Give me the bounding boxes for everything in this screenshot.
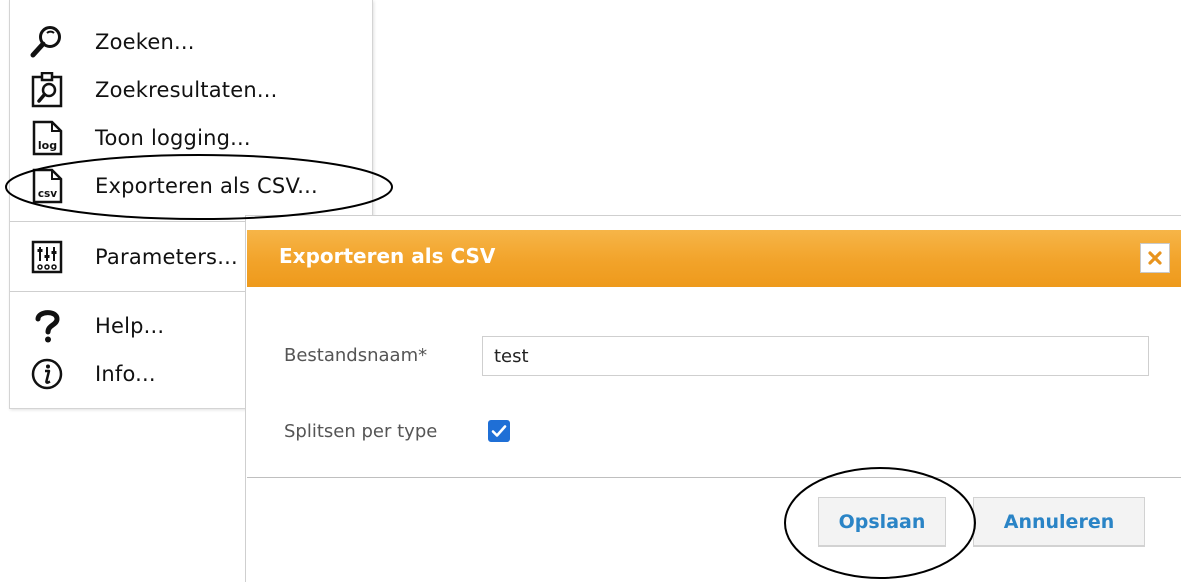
menu-item-label: Zoekresultaten... xyxy=(95,78,278,102)
log-icon-text: log xyxy=(38,139,57,152)
csv-icon-text: csv xyxy=(38,188,57,200)
menu-item-label: Info... xyxy=(95,362,156,386)
close-icon xyxy=(1148,251,1162,265)
save-button[interactable]: Opslaan xyxy=(818,497,946,547)
menu-item-label: Zoeken... xyxy=(95,30,195,54)
dialog-footer-divider xyxy=(247,477,1181,478)
menu-item-label: Help... xyxy=(95,314,165,338)
menu-item-search-results[interactable]: Zoekresultaten... xyxy=(10,70,372,110)
log-file-icon: log xyxy=(30,120,64,156)
filename-label: Bestandsnaam* xyxy=(284,345,428,366)
filename-field[interactable] xyxy=(482,336,1149,376)
parameters-icon xyxy=(30,239,64,275)
menu-item-export-csv[interactable]: csv Exporteren als CSV... xyxy=(10,166,372,206)
menu-item-label: Exporteren als CSV... xyxy=(95,174,318,198)
menu-item-label: Parameters... xyxy=(95,245,238,269)
menu-item-search[interactable]: Zoeken... xyxy=(10,22,372,62)
search-results-icon xyxy=(30,72,64,108)
close-button[interactable] xyxy=(1140,243,1170,273)
info-icon xyxy=(30,356,64,392)
menu-item-show-logging[interactable]: log Toon logging... xyxy=(10,118,372,158)
csv-file-icon: csv xyxy=(30,168,64,204)
export-csv-dialog: Exporteren als CSV Bestandsnaam* Splitse… xyxy=(245,215,1181,582)
search-icon xyxy=(30,24,64,60)
dialog-title: Exporteren als CSV xyxy=(279,244,496,268)
cancel-button[interactable]: Annuleren xyxy=(973,497,1145,547)
dialog-header: Exporteren als CSV xyxy=(247,230,1181,287)
menu-item-label: Toon logging... xyxy=(95,126,251,150)
help-icon xyxy=(30,308,64,344)
split-per-type-label: Splitsen per type xyxy=(284,421,438,442)
checkmark-icon xyxy=(491,425,507,437)
split-per-type-checkbox[interactable] xyxy=(488,420,510,442)
